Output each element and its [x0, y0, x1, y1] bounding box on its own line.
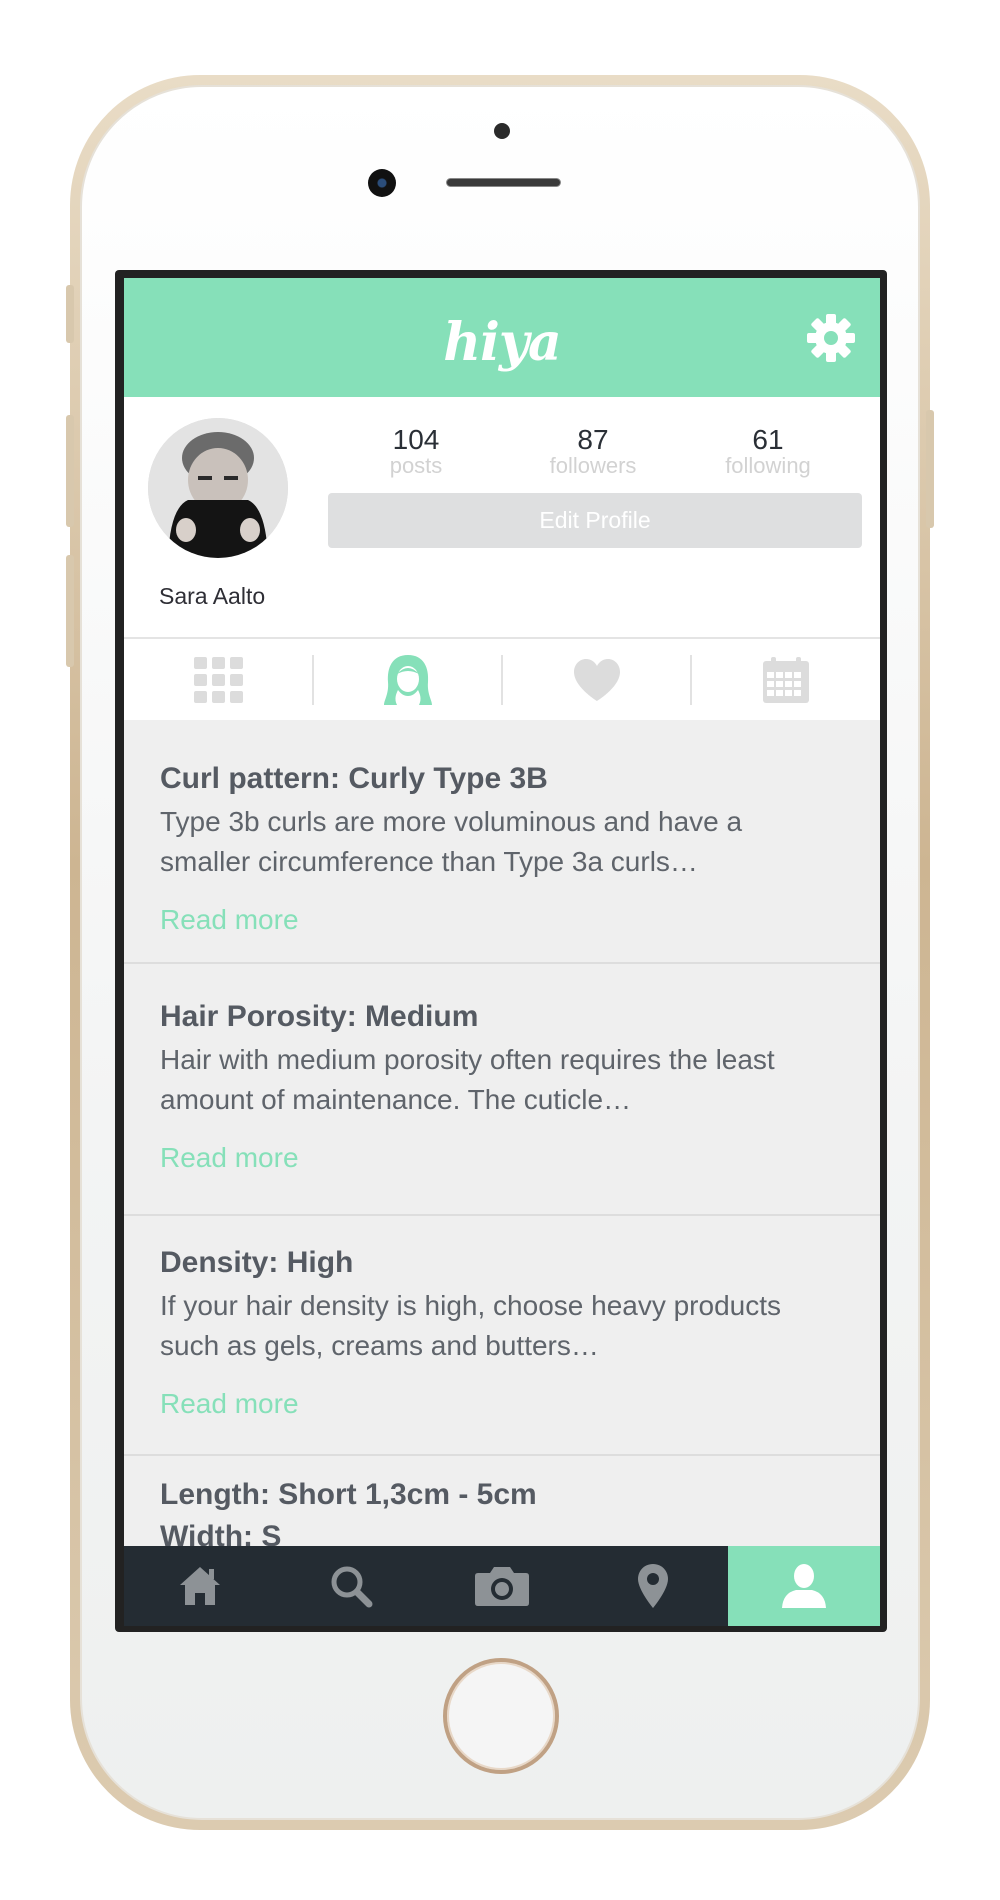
card-body: Type 3b curls are more voluminous and ha…	[160, 806, 743, 877]
proximity-sensor	[494, 123, 510, 139]
card-body: Hair with medium porosity often requires…	[160, 1044, 775, 1115]
camera-icon	[474, 1567, 529, 1606]
tab-favorites[interactable]	[502, 639, 691, 720]
stat-posts-value: 104	[392, 424, 440, 455]
stat-followers-value: 87	[577, 424, 609, 455]
mute-switch	[66, 285, 74, 343]
read-more-link[interactable]: Read more	[160, 904, 299, 936]
tab-grid[interactable]	[124, 639, 313, 720]
gear-icon[interactable]	[806, 313, 856, 363]
stat-followers[interactable]: 87 followers	[513, 425, 673, 477]
list-item: Length: Short 1,3cm - 5cm Width: S	[124, 1456, 880, 1546]
calendar-icon	[762, 656, 809, 703]
profile-username: Sara Aalto	[159, 583, 266, 609]
volume-up-button	[66, 415, 74, 527]
tab-hair-profile[interactable]	[313, 639, 502, 720]
profile-icon	[782, 1564, 826, 1608]
search-icon	[331, 1566, 372, 1608]
front-camera	[368, 169, 396, 197]
heart-icon	[573, 658, 620, 701]
app-logo: hiya	[443, 312, 561, 373]
card-body: If your hair density is high, choose hea…	[160, 1290, 782, 1361]
hair-info-list: Curl pattern: Curly Type 3B Type 3b curl…	[124, 720, 880, 1546]
list-item: Hair Porosity: Medium Hair with medium p…	[124, 964, 880, 1216]
volume-down-button	[66, 555, 74, 667]
stat-following-label: following	[725, 453, 811, 478]
grid-icon	[193, 656, 243, 703]
app-screen: hiya Sara Aalto 104 posts 87 followers 6…	[124, 278, 880, 1626]
nav-profile[interactable]	[728, 1546, 880, 1626]
card-subtitle: Width: S	[160, 1520, 282, 1546]
nav-camera[interactable]	[426, 1546, 577, 1626]
nav-location[interactable]	[577, 1546, 728, 1626]
card-title: Length: Short 1,3cm - 5cm	[160, 1478, 537, 1511]
nav-search[interactable]	[275, 1546, 426, 1626]
avatar[interactable]	[148, 418, 288, 558]
location-pin-icon	[637, 1564, 668, 1608]
card-title: Hair Porosity: Medium	[160, 1000, 479, 1033]
stat-posts-label: posts	[389, 453, 443, 478]
earpiece-speaker	[446, 178, 561, 187]
hair-profile-icon	[383, 654, 432, 705]
card-title: Density: High	[160, 1246, 354, 1279]
app-header: hiya	[124, 278, 880, 397]
tab-calendar[interactable]	[691, 639, 880, 720]
profile-section: Sara Aalto 104 posts 87 followers 61 fol…	[124, 397, 880, 639]
read-more-link[interactable]: Read more	[160, 1388, 299, 1420]
home-button[interactable]	[443, 1658, 559, 1774]
list-item: Density: High If your hair density is hi…	[124, 1216, 880, 1456]
nav-home[interactable]	[124, 1546, 275, 1626]
read-more-link[interactable]: Read more	[160, 1142, 299, 1174]
profile-tabs	[124, 639, 880, 720]
stat-following[interactable]: 61 following	[688, 425, 848, 477]
stat-posts[interactable]: 104 posts	[336, 425, 496, 477]
bottom-nav	[124, 1546, 880, 1626]
power-button	[926, 410, 934, 528]
edit-profile-button[interactable]: Edit Profile	[328, 493, 862, 548]
home-icon	[179, 1567, 220, 1605]
list-item: Curl pattern: Curly Type 3B Type 3b curl…	[124, 720, 880, 964]
card-title: Curl pattern: Curly Type 3B	[160, 762, 548, 795]
stat-following-value: 61	[752, 424, 784, 455]
stat-followers-label: followers	[549, 453, 637, 478]
